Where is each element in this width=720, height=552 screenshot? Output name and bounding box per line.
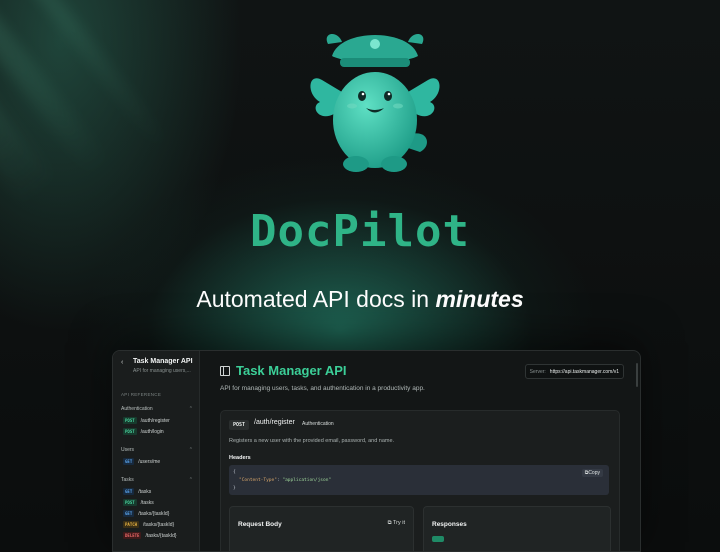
method-badge: DELETE [123,532,142,539]
sidebar-item-users-me[interactable]: GET/users/me [123,458,160,465]
tagline-emphasis: minutes [435,286,524,312]
method-badge: POST [123,417,137,424]
sidebar-item-tasks-delete[interactable]: DELETE/tasks/{taskId} [123,532,177,539]
main-content: Task Manager API Server: https://api.tas… [200,351,640,551]
app-window-preview: ‹ Task Manager API API for managing user… [112,350,641,552]
server-selector[interactable]: Server: https://api.taskmanager.com/v1 [524,364,624,379]
group-label: Authentication [121,406,153,412]
method-badge: GET [123,458,135,465]
scrollbar[interactable] [636,363,638,387]
sidebar-group-tasks[interactable]: Tasks ⌃ [121,477,193,483]
item-path: /users/me [138,459,161,465]
endpoint-description: Registers a new user with the provided e… [229,438,395,444]
sidebar-item-auth-register[interactable]: POST/auth/register [123,417,170,424]
responses-panel: Responses [423,506,611,551]
sidebar: ‹ Task Manager API API for managing user… [113,351,200,551]
sidebar-item-tasks-patch[interactable]: PATCH/tasks/{taskId} [123,521,174,528]
back-chevron-icon[interactable]: ‹ [121,359,123,366]
item-path: /auth/register [140,418,170,424]
code-value: "application/json" [282,478,332,483]
code-key: "Content-Type" [239,478,277,483]
sidebar-item-auth-login[interactable]: POST/auth/login [123,428,164,435]
sidebar-group-authentication[interactable]: Authentication ⌃ [121,406,193,412]
code-line: { [233,470,236,475]
method-badge: POST [123,428,137,435]
page-title: Task Manager API [236,363,347,378]
method-badge: POST [123,499,137,506]
brand-name: DocPilot [250,206,470,257]
request-body-panel: Request Body ⧉ Try it [229,506,414,551]
group-label: Users [121,447,135,453]
copy-button[interactable]: ⧉Copy [581,469,603,477]
method-badge: GET [123,488,135,495]
response-status-badge[interactable] [432,536,444,542]
endpoint-card: POST /auth/register Authentication Regis… [220,410,620,551]
mascot-illustration [310,33,440,172]
sidebar-toggle-icon[interactable] [220,366,230,376]
copy-label: Copy [588,470,600,476]
sidebar-title: Task Manager API [133,358,193,365]
sidebar-item-tasks-get[interactable]: GET/tasks/{taskId} [123,510,169,517]
item-path: /tasks/{taskId} [145,533,177,539]
code-line: "Content-Type": "application/json" [239,478,331,483]
method-badge: PATCH [123,521,140,528]
method-badge: GET [123,510,135,517]
item-path: /tasks [140,500,154,506]
responses-heading: Responses [432,521,467,528]
headers-code-block: { "Content-Type": "application/json" } ⧉… [229,465,609,495]
chevron-up-icon: ⌃ [188,406,193,412]
api-description: API for managing users, tasks, and authe… [220,385,425,392]
item-path: /tasks/{taskId} [138,511,170,517]
code-line: } [233,486,236,491]
item-path: /auth/login [140,429,164,435]
request-body-heading: Request Body [238,521,282,528]
tagline-prefix: Automated API docs in [196,286,436,312]
sidebar-group-users[interactable]: Users ⌃ [121,447,193,453]
chevron-up-icon: ⌃ [188,477,193,483]
section-label: API REFERENCE [121,392,162,397]
endpoint-tag: Authentication [302,421,334,427]
try-it-label: Try it [392,520,405,526]
sidebar-subtitle: API for managing users,... [133,368,191,374]
try-it-button[interactable]: ⧉ Try it [388,520,405,527]
endpoint-path: /auth/register [254,419,295,426]
endpoint-method-badge: POST [229,420,250,430]
tagline: Automated API docs in minutes [0,286,720,313]
sidebar-item-tasks-create[interactable]: POST/tasks [123,499,154,506]
item-path: /tasks/{taskId} [143,522,175,528]
server-value: https://api.taskmanager.com/v1 [549,368,619,375]
headers-heading: Headers [229,455,251,461]
chevron-up-icon: ⌃ [188,447,193,453]
server-label: Server: [529,368,546,375]
item-path: /tasks [138,489,152,495]
sidebar-item-tasks-list[interactable]: GET/tasks [123,488,151,495]
group-label: Tasks [121,477,134,483]
